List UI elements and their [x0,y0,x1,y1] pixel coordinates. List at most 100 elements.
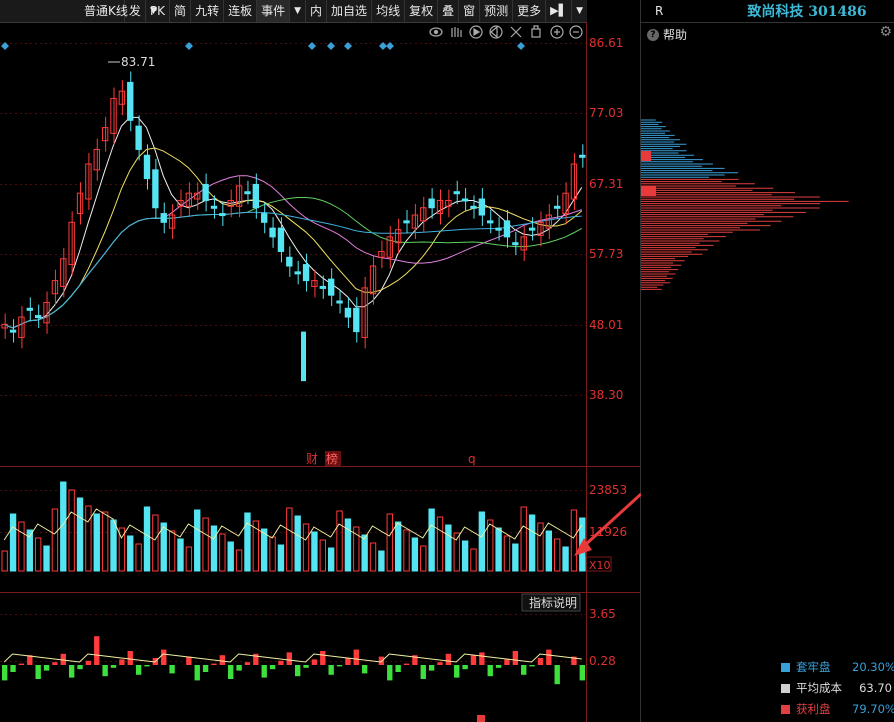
current-price-marker [641,186,656,196]
finance-marker[interactable]: 财 [306,452,318,466]
volume-bar [378,550,385,572]
play-triangle [473,27,481,37]
volume-bar [487,519,494,572]
candle-body [353,307,360,333]
indicator-bar [269,665,276,670]
event-marker [1,42,9,50]
volume-bar [528,514,536,572]
volume-bar [537,522,544,572]
candle-body [210,205,218,209]
indicator-bar [244,662,251,665]
indicator-bar [462,665,468,670]
legend-swatch [781,704,790,714]
candle-body [252,183,260,209]
volume-tick: 23853 [589,483,627,497]
volume-bar [18,521,25,572]
price-tick: 57.73 [589,247,623,261]
indicator-bar [378,656,385,665]
candle-body [261,213,268,223]
indicator-bar [311,659,318,665]
volume-bar [436,516,444,572]
volume-bar [495,527,502,572]
candle-body [520,236,527,251]
indicator-bar [361,665,368,674]
lock-icon[interactable] [531,28,541,38]
candle-body [428,198,435,209]
price-tick: 67.31 [589,177,623,191]
volume-bar [160,522,167,572]
volume-bar [185,546,193,572]
volume-bar [235,549,243,572]
legend-trapped: 套牢盘 20.30% [781,659,894,675]
q-marker[interactable]: q [468,452,476,466]
legend-avg-cost: 平均成本 63.70 [781,680,892,696]
indicator-bar [135,665,142,675]
volume-bar [344,518,352,572]
indicator-bar [537,658,544,665]
indicator-bar [345,658,351,665]
volume-bar [168,530,176,572]
volume-bar [336,510,343,572]
indicator-bar [68,665,75,678]
volume-bar [570,509,578,572]
candle-body [344,307,352,318]
indicator-bar [495,665,502,668]
zoom-in-plus [554,29,560,35]
event-marker [517,42,525,50]
indicator-bar [546,649,552,665]
candle-body [461,198,469,202]
ma-line [3,116,583,329]
volume-bar [445,524,452,572]
indicator-bar [161,649,167,665]
indicator-tick: 3.65 [589,607,616,621]
scissors-icon[interactable] [510,26,522,38]
volume-bar [1,550,8,572]
volume-bar [76,497,84,572]
legend-value: 79.70% [852,702,894,716]
volume-bar [478,511,486,572]
volume-bar [286,507,293,572]
indicator-bar [420,665,426,679]
volume-bar [34,537,42,572]
volume-bars [1,481,586,572]
price-tick: 77.03 [589,106,623,120]
candle-body [294,271,301,275]
legend-label: 平均成本 [796,681,842,695]
indicator-bar [77,665,83,670]
indicator-bar [35,665,41,679]
volume-bar [210,525,218,572]
candle-body [336,300,343,304]
indicator-bar [286,652,292,665]
volume-bar [361,534,368,572]
volume-bar [261,528,268,572]
indicator-bar [202,665,209,672]
kline-chart[interactable]: 86.61 77.03 67.31 57.73 48.01 38.30 83.7… [0,0,641,722]
volume-bar [420,545,427,572]
candle-body [277,227,285,252]
legend-value: 63.70 [859,681,892,695]
indicator-bar [52,662,58,665]
volume-bar [512,543,519,572]
hand-icon[interactable] [451,27,462,37]
indicator-bar [454,665,460,678]
indicator-bar [504,659,510,665]
volume-bar [277,544,285,572]
volume-bar [135,543,142,572]
indicator-bar [470,655,477,665]
volume-bar [386,513,393,572]
volume-bar [327,547,335,572]
indicator-bar [43,665,50,671]
chip-distribution-panel: R 致尚科技 301486 ? 帮助 ⚙ 套牢盘 20.30% 平均成本 63.… [641,0,894,722]
indicator-bar [445,653,452,665]
rank-marker[interactable]: 榜 [326,451,338,466]
candle-body [554,205,561,209]
indicator-bar [228,665,234,679]
candle-body [487,220,494,224]
indicator-bar [261,665,267,678]
indicator-bar [328,665,334,675]
avg-cost-marker [641,151,651,161]
price-tick: 38.30 [589,388,623,402]
candle-body [152,169,159,209]
indicator-help-label: 指标说明 [529,595,577,610]
indicator-bar [102,665,108,677]
